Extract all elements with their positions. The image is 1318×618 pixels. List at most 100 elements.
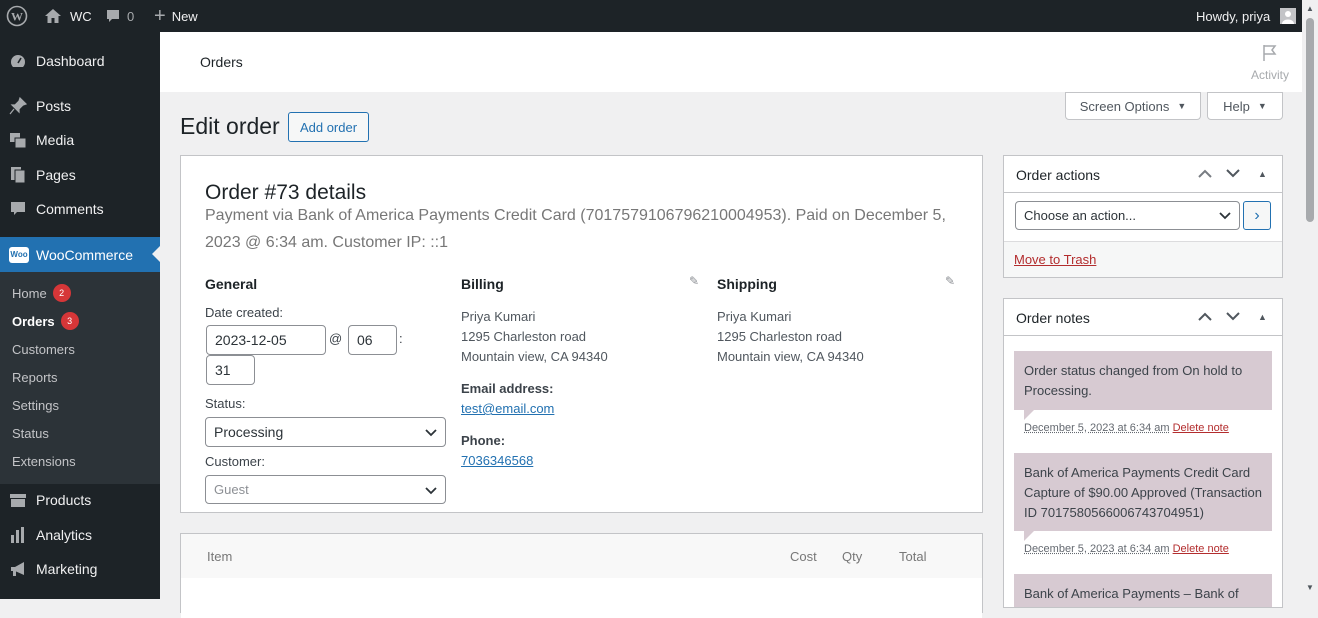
add-order-button[interactable]: Add order bbox=[288, 112, 369, 142]
shipping-city: Mountain view, CA 94340 bbox=[717, 347, 864, 367]
items-header-cost: Cost bbox=[790, 549, 817, 564]
action-select-value: Choose an action... bbox=[1024, 208, 1136, 223]
chevron-down-icon bbox=[425, 487, 437, 495]
billing-email-link[interactable]: test@email.com bbox=[461, 399, 554, 419]
submenu-item-customers[interactable]: Customers bbox=[12, 342, 75, 357]
collapse-triangle-icon[interactable]: ▲ bbox=[1258, 312, 1267, 322]
scroll-down-arrow-icon[interactable]: ▼ bbox=[1306, 583, 1314, 592]
count-badge: 3 bbox=[61, 312, 79, 330]
order-items-panel: Item Cost Qty Total bbox=[180, 533, 983, 613]
move-to-trash-link[interactable]: Move to Trash bbox=[1014, 252, 1096, 267]
submenu-item-orders[interactable]: Orders 3 bbox=[12, 312, 79, 330]
menu-item-media[interactable]: Media bbox=[0, 126, 160, 154]
scrollbar-thumb[interactable] bbox=[1306, 18, 1314, 222]
edit-shipping-pencil-icon[interactable]: ✎ bbox=[945, 274, 955, 288]
site-name: WC bbox=[70, 9, 92, 24]
divider bbox=[1004, 335, 1282, 336]
menu-item-posts[interactable]: Posts bbox=[0, 92, 160, 120]
wordpress-logo-icon[interactable]: W bbox=[6, 0, 28, 32]
comments-link[interactable]: 0 bbox=[105, 0, 134, 32]
order-data-panel: Order #73 details Payment via Bank of Am… bbox=[180, 155, 983, 513]
site-name-link[interactable]: WC bbox=[44, 0, 92, 32]
chevron-up-icon[interactable] bbox=[1198, 308, 1212, 326]
status-label: Status: bbox=[205, 396, 245, 411]
billing-phone-link[interactable]: 7036346568 bbox=[461, 451, 533, 471]
status-select[interactable]: Processing bbox=[205, 417, 446, 447]
order-note: Bank of America Payments – Bank of bbox=[1014, 574, 1272, 608]
menu-item-comments[interactable]: Comments bbox=[0, 195, 160, 223]
at-separator: @ bbox=[329, 331, 342, 346]
menu-label: Media bbox=[36, 132, 74, 148]
actions-footer: Move to Trash bbox=[1004, 241, 1282, 277]
submenu-item-extensions[interactable]: Extensions bbox=[12, 454, 76, 469]
page-scrollbar[interactable]: ▲ ▼ bbox=[1302, 0, 1318, 599]
billing-name: Priya Kumari bbox=[461, 307, 535, 327]
delete-note-link[interactable]: Delete note bbox=[1173, 422, 1229, 434]
new-label: New bbox=[172, 9, 198, 24]
caret-down-icon: ▼ bbox=[1177, 101, 1186, 111]
payment-info-line-2: 2023 @ 6:34 am. Customer IP: ::1 bbox=[205, 234, 448, 252]
apply-action-button[interactable]: › bbox=[1243, 201, 1271, 230]
page-breadcrumb: Orders bbox=[200, 54, 243, 70]
divider bbox=[1004, 192, 1282, 193]
chevron-down-icon[interactable] bbox=[1226, 308, 1240, 326]
count-badge: 2 bbox=[53, 284, 71, 302]
chevron-up-icon[interactable] bbox=[1198, 165, 1212, 183]
help-label: Help bbox=[1223, 99, 1250, 114]
note-meta: December 5, 2023 at 6:34 am Delete note bbox=[1024, 422, 1229, 434]
menu-item-woocommerce[interactable]: Woo WooCommerce bbox=[0, 237, 160, 272]
submenu-item-reports[interactable]: Reports bbox=[12, 370, 58, 385]
date-created-input[interactable]: 2023-12-05 bbox=[206, 325, 326, 355]
menu-item-dashboard[interactable]: Dashboard bbox=[0, 47, 160, 75]
menu-item-marketing[interactable]: Marketing bbox=[0, 555, 160, 583]
activity-label: Activity bbox=[1251, 68, 1289, 82]
menu-label: Pages bbox=[36, 167, 76, 183]
shipping-name: Priya Kumari bbox=[717, 307, 791, 327]
bar-chart-icon bbox=[9, 526, 27, 544]
submenu-item-home[interactable]: Home 2 bbox=[12, 284, 71, 302]
submenu-item-settings[interactable]: Settings bbox=[12, 398, 59, 413]
delete-note-link[interactable]: Delete note bbox=[1173, 543, 1229, 555]
flag-icon bbox=[1261, 44, 1279, 62]
submenu-label: Status bbox=[12, 426, 49, 441]
submenu-label: Reports bbox=[12, 370, 58, 385]
megaphone-icon bbox=[9, 560, 27, 578]
collapse-triangle-icon[interactable]: ▲ bbox=[1258, 169, 1267, 179]
media-icon bbox=[9, 131, 27, 149]
order-actions-panel: Order actions ▲ Choose an action... › Mo… bbox=[1003, 155, 1283, 278]
minute-input[interactable]: 31 bbox=[206, 355, 255, 385]
pages-icon bbox=[9, 166, 27, 184]
customer-label: Customer: bbox=[205, 454, 265, 469]
menu-item-pages[interactable]: Pages bbox=[0, 161, 160, 189]
billing-city: Mountain view, CA 94340 bbox=[461, 347, 608, 367]
screen-options-button[interactable]: Screen Options ▼ bbox=[1065, 92, 1201, 120]
comment-icon bbox=[105, 8, 121, 24]
submenu-item-status[interactable]: Status bbox=[12, 426, 49, 441]
time-colon: : bbox=[399, 331, 403, 346]
items-header-qty: Qty bbox=[842, 549, 862, 564]
menu-item-products[interactable]: Products bbox=[0, 486, 160, 514]
billing-heading: Billing bbox=[461, 276, 504, 292]
submenu-label: Extensions bbox=[12, 454, 76, 469]
submenu-label: Home bbox=[12, 286, 47, 301]
items-header-total: Total bbox=[899, 549, 926, 564]
order-note: Order status changed from On hold to Pro… bbox=[1014, 351, 1272, 410]
my-account-link[interactable]: Howdy, priya bbox=[1196, 0, 1296, 32]
payment-info-line-1: Payment via Bank of America Payments Cre… bbox=[205, 207, 946, 225]
activity-button[interactable]: Activity bbox=[1242, 42, 1298, 86]
order-action-select[interactable]: Choose an action... bbox=[1015, 201, 1240, 230]
new-content-link[interactable]: + New bbox=[154, 0, 198, 32]
order-notes-heading: Order notes bbox=[1016, 310, 1090, 326]
customer-select[interactable]: Guest bbox=[205, 475, 446, 504]
hour-input[interactable]: 06 bbox=[348, 325, 397, 355]
chevron-down-icon[interactable] bbox=[1226, 165, 1240, 183]
screen-options-label: Screen Options bbox=[1080, 99, 1170, 114]
menu-item-analytics[interactable]: Analytics bbox=[0, 521, 160, 549]
note-pointer bbox=[1024, 531, 1034, 541]
scroll-up-arrow-icon[interactable]: ▲ bbox=[1306, 4, 1314, 13]
howdy-label: Howdy, priya bbox=[1196, 9, 1270, 24]
submenu-label: Settings bbox=[12, 398, 59, 413]
email-label: Email address: bbox=[461, 379, 554, 399]
edit-billing-pencil-icon[interactable]: ✎ bbox=[689, 274, 699, 288]
help-button[interactable]: Help ▼ bbox=[1207, 92, 1283, 120]
